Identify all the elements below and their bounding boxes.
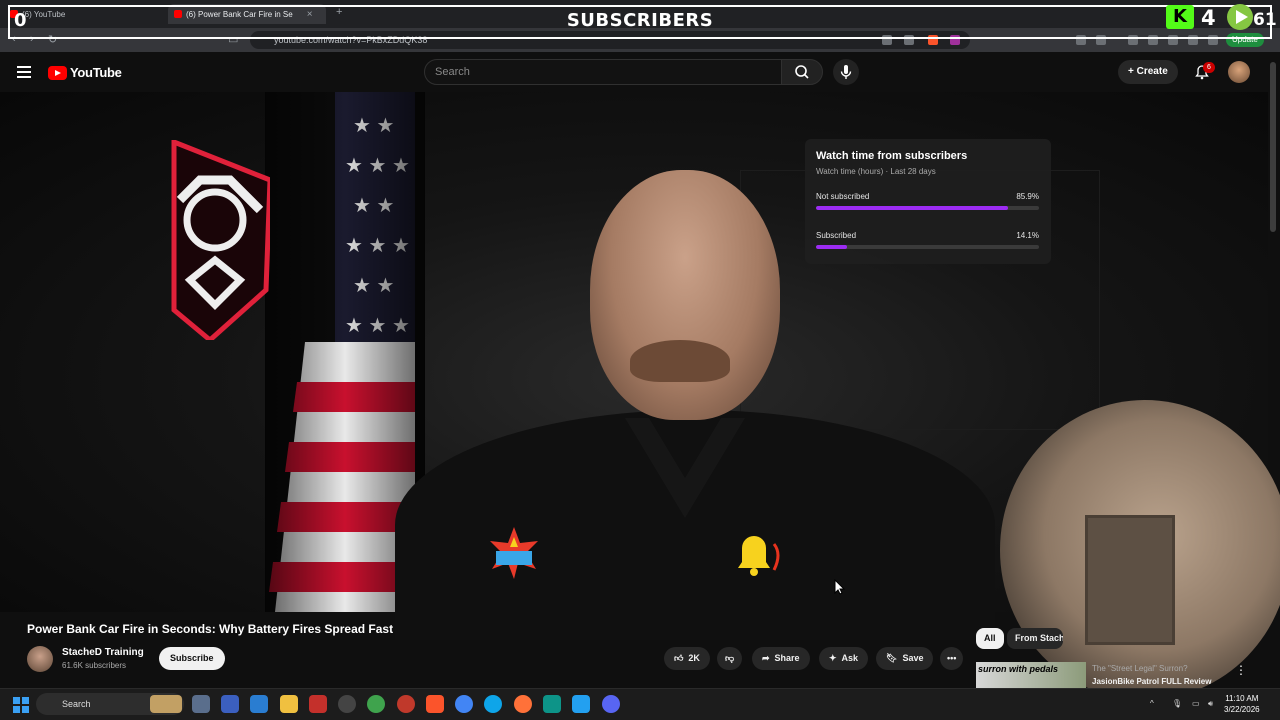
app-icon[interactable] [250, 695, 268, 713]
metric-value: 85.9% [1016, 192, 1039, 201]
clock-time: 11:10 AM [1225, 694, 1259, 703]
webcam-shelf [1085, 515, 1175, 645]
ask-button[interactable]: ✦ Ask [819, 647, 869, 670]
discord-icon[interactable] [602, 695, 620, 713]
card-subtitle: Watch time (hours) · Last 28 days [816, 167, 936, 176]
rumble-subscriber-count: 61 [1253, 10, 1277, 30]
metric-fill [816, 206, 1008, 210]
ask-label: Ask [841, 653, 859, 663]
thumbnail-text: surron with pedals [978, 664, 1059, 674]
chip-all[interactable]: All [976, 628, 1004, 649]
youtube-wordmark: YouTube [70, 65, 122, 80]
taskbar-search-label: Search [62, 699, 91, 709]
create-label: Create [1136, 66, 1168, 77]
firefox-icon[interactable] [514, 695, 532, 713]
mouse-cursor-icon [834, 579, 846, 595]
metric-track [816, 245, 1039, 249]
taskbar-clock[interactable]: 11:10 AM 3/22/2026 [1224, 693, 1260, 715]
microphone-tray-icon[interactable]: 🎙︎ [1172, 699, 1182, 708]
share-icon: ➦ [762, 653, 770, 663]
subscribe-bell-icon [738, 536, 780, 576]
network-icon[interactable]: ▭ [1192, 699, 1200, 708]
file-explorer-icon[interactable] [280, 695, 298, 713]
kick-icon: K [1166, 5, 1194, 29]
edge-icon[interactable] [484, 695, 502, 713]
search-highlight-icon[interactable] [150, 695, 182, 713]
more-icon: ••• [947, 653, 957, 663]
sparkle-icon: ✦ [829, 653, 837, 663]
metric-label: Subscribed [816, 231, 857, 240]
channel-avatar[interactable] [27, 646, 53, 672]
metric-subscribed: Subscribed 14.1% [816, 231, 1039, 249]
app-icon[interactable] [338, 695, 356, 713]
tray-chevron-icon[interactable]: ^ [1150, 699, 1154, 708]
notification-badge: 6 [1203, 62, 1215, 73]
search-button[interactable] [781, 59, 823, 85]
more-actions-button[interactable]: ••• [940, 647, 964, 670]
screen: (6) YouTube (6) Power Bank Car Fire in S… [0, 0, 1280, 720]
channel-subscriber-count: 61.6K subscribers [62, 661, 127, 670]
windows-start-icon[interactable] [13, 697, 29, 713]
watch-time-card: Watch time from subscribers Watch time (… [805, 139, 1051, 264]
brave-browser-icon[interactable] [426, 695, 444, 713]
plus-icon: + [1128, 66, 1137, 77]
presenter-mustache [630, 340, 730, 382]
metric-label: Not subscribed [816, 192, 870, 201]
like-count: 2K [688, 653, 700, 663]
card-title: Watch time from subscribers [816, 150, 968, 162]
app-icon[interactable] [543, 695, 561, 713]
create-button[interactable]: + Create [1118, 60, 1178, 84]
save-label: Save [902, 653, 924, 663]
menu-icon[interactable] [17, 66, 31, 78]
recommendation-title[interactable]: The "Street Legal" Surron? [1092, 664, 1188, 673]
search-input[interactable]: Search [424, 59, 782, 85]
vscode-icon[interactable] [572, 695, 590, 713]
save-button[interactable]: 🔖︎ Save [876, 647, 934, 670]
account-avatar[interactable] [1228, 61, 1250, 83]
channel-logo-animation [490, 527, 538, 579]
app-icon[interactable] [309, 695, 327, 713]
volume-icon[interactable]: 🔊︎ [1208, 699, 1213, 709]
metric-track [816, 206, 1039, 210]
youtube-play-icon [48, 65, 67, 80]
presenter-head [590, 170, 780, 420]
metric-not-subscribed: Not subscribed 85.9% [816, 192, 1039, 210]
fire-department-logo [171, 140, 270, 340]
share-button[interactable]: ➦ Share [752, 647, 810, 670]
page-scrollbar[interactable] [1270, 62, 1276, 232]
more-vert-icon[interactable]: ⋮ [1235, 663, 1247, 677]
search-icon [795, 65, 809, 79]
app-icon[interactable] [221, 695, 239, 713]
video-title: Power Bank Car Fire in Seconds: Why Batt… [27, 622, 394, 636]
rumble-icon [1227, 4, 1253, 30]
metric-value: 14.1% [1016, 231, 1039, 240]
chrome-icon[interactable] [455, 695, 473, 713]
overlay-youtube-count: 0 [14, 10, 27, 31]
share-label: Share [774, 653, 800, 663]
metric-fill [816, 245, 848, 249]
overlay-title: SUBSCRIBERS [566, 10, 714, 31]
app-icon[interactable] [192, 695, 210, 713]
channel-name[interactable]: StacheD Training [62, 647, 144, 658]
microphone-icon [840, 65, 852, 79]
chip-from-channel[interactable]: From Stach [1007, 628, 1063, 649]
dislike-button[interactable]: 👎︎ [717, 647, 743, 670]
app-icon[interactable] [367, 695, 385, 713]
bookmark-icon: 🔖︎ [886, 653, 898, 663]
thumbs-down-icon: 👎︎ [725, 653, 735, 663]
voice-search-button[interactable] [833, 59, 859, 85]
app-icon[interactable] [397, 695, 415, 713]
thumbs-up-icon: 👍︎ [674, 653, 684, 663]
clock-date: 3/22/2026 [1224, 705, 1260, 714]
like-button[interactable]: 👍︎ 2K [664, 647, 710, 670]
subscribe-button[interactable]: Subscribe [159, 647, 225, 670]
kick-subscriber-count: 4 [1201, 6, 1216, 30]
recommendation-title-line2[interactable]: JasionBike Patrol FULL Review [1092, 677, 1211, 686]
youtube-logo[interactable]: YouTube [48, 65, 122, 80]
